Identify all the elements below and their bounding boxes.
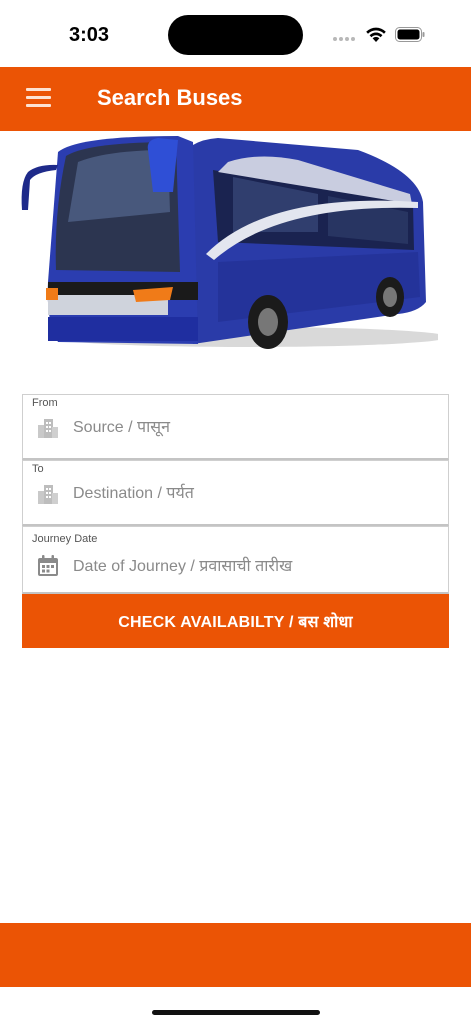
hamburger-menu-icon[interactable] — [26, 88, 51, 108]
journey-date-label: Journey Date — [32, 533, 98, 545]
footer-bar — [0, 923, 471, 987]
from-field[interactable]: From — [22, 394, 449, 460]
bus-image — [21, 136, 438, 349]
city-buildings-icon — [38, 419, 58, 438]
journey-date-input[interactable] — [73, 556, 433, 578]
check-availability-button[interactable]: CHECK AVAILABILTY / बस शोधा — [22, 594, 449, 648]
source-input[interactable] — [73, 417, 433, 439]
from-label: From — [32, 397, 58, 409]
journey-date-field[interactable]: Journey Date — [22, 526, 449, 594]
app-header: Search Buses — [0, 67, 471, 131]
page-title: Search Buses — [97, 85, 243, 110]
to-label: To — [32, 463, 44, 475]
status-bar: 3:03 — [0, 0, 471, 67]
dynamic-island — [168, 15, 303, 55]
home-indicator[interactable] — [152, 1010, 320, 1015]
city-buildings-icon — [38, 485, 58, 504]
calendar-icon — [38, 555, 58, 576]
wifi-icon — [366, 27, 386, 42]
cellular-signal-icon — [333, 37, 357, 43]
to-field[interactable]: To — [22, 460, 449, 526]
status-time: 3:03 — [69, 24, 110, 46]
destination-input[interactable] — [73, 483, 433, 505]
battery-icon — [395, 27, 425, 42]
